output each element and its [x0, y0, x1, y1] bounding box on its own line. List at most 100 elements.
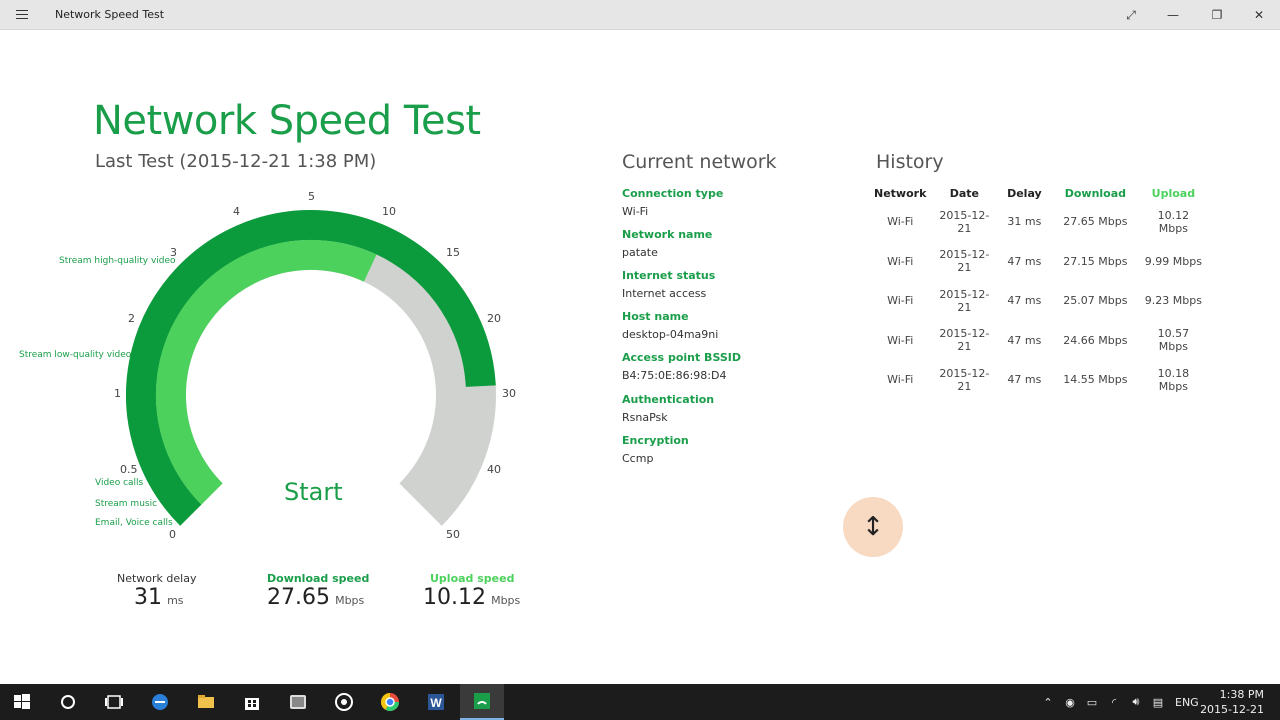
- battery-icon[interactable]: ▭: [1081, 696, 1103, 709]
- history-cell: 2015-12-21: [939, 366, 990, 393]
- network-delay-stat: Network delay 31 ms: [117, 572, 196, 610]
- gauge-tick: 15: [446, 246, 460, 259]
- history-cell: Wi-Fi: [887, 215, 914, 229]
- volume-icon[interactable]: 🔊︎: [1125, 695, 1147, 709]
- history-cell: 27.65 Mbps: [1063, 215, 1128, 229]
- internet-status-field: Internet status Internet access: [622, 269, 715, 300]
- network-delay-unit: ms: [167, 594, 184, 607]
- history-cell: 2015-12-21: [939, 327, 990, 354]
- history-cell: 25.07 Mbps: [1063, 294, 1128, 308]
- history-cell: 10.57 Mbps: [1157, 327, 1190, 354]
- history-cell: 2015-12-21: [939, 248, 990, 275]
- history-cell: 10.18 Mbps: [1157, 366, 1190, 393]
- history-cell: 47 ms: [1007, 294, 1042, 308]
- task-view-icon[interactable]: [92, 684, 136, 720]
- history-col-delay: Delay: [1007, 186, 1042, 200]
- history-cell: Wi-Fi: [887, 294, 914, 308]
- use-case-label: Email, Voice calls: [95, 518, 173, 528]
- history-cell: 24.66 Mbps: [1063, 333, 1128, 347]
- edge-browser-icon[interactable]: [138, 684, 182, 720]
- history-cell: 47 ms: [1007, 254, 1042, 268]
- photos-app-icon[interactable]: [276, 684, 320, 720]
- bssid-field: Access point BSSID B4:75:0E:86:98:D4: [622, 351, 741, 382]
- history-cell: 27.15 Mbps: [1063, 254, 1128, 268]
- network-name-key: Network name: [622, 228, 713, 241]
- history-row[interactable]: Wi-Fi 2015-12-21 47 ms 24.66 Mbps 10.57 …: [870, 321, 1206, 361]
- upload-speed-unit: Mbps: [491, 594, 521, 607]
- use-case-label: Stream music: [95, 499, 158, 509]
- clock-date: 2015-12-21: [1200, 703, 1264, 716]
- history-row[interactable]: Wi-Fi 2015-12-21 47 ms 25.07 Mbps 9.23 M…: [870, 281, 1206, 321]
- chrome-icon[interactable]: [368, 684, 412, 720]
- gauge-tick: 4: [233, 205, 240, 218]
- history-cell: 10.12 Mbps: [1157, 208, 1190, 235]
- windows-start-icon[interactable]: [0, 684, 44, 720]
- bssid-value: B4:75:0E:86:98:D4: [622, 369, 727, 382]
- gauge-tick: 0: [169, 528, 176, 541]
- close-button[interactable]: ✕: [1238, 0, 1280, 30]
- restore-button[interactable]: ❐: [1196, 0, 1238, 30]
- download-speed-unit: Mbps: [335, 594, 365, 607]
- groove-music-icon[interactable]: [322, 684, 366, 720]
- history-cell: 9.99 Mbps: [1144, 254, 1202, 268]
- gauge-tick: 1: [114, 387, 121, 400]
- encryption-key: Encryption: [622, 434, 689, 447]
- network-speed-test-app-icon[interactable]: [460, 684, 504, 720]
- wifi-icon[interactable]: ◜: [1103, 696, 1125, 709]
- start-button[interactable]: Start: [284, 478, 343, 506]
- history-cell: Wi-Fi: [887, 254, 914, 268]
- download-speed-value: 27.65: [267, 585, 330, 610]
- encryption-field: Encryption Ccmp: [622, 434, 689, 465]
- gauge-svg: [126, 210, 496, 526]
- gauge-tick: 2: [128, 312, 135, 325]
- svg-text:W: W: [430, 696, 442, 710]
- internet-status-value: Internet access: [622, 287, 707, 300]
- taskbar: W ⌃ ◉ ▭ ◜ 🔊︎ ▤ ENG 1:38 PM 2015-12-21: [0, 684, 1280, 720]
- history-cell: 31 ms: [1007, 215, 1042, 229]
- history-cell: 47 ms: [1007, 373, 1042, 387]
- history-cell: 2015-12-21: [939, 287, 990, 314]
- cortana-search-icon[interactable]: [46, 684, 90, 720]
- history-row[interactable]: Wi-Fi 2015-12-21 31 ms 27.65 Mbps 10.12 …: [870, 202, 1206, 242]
- word-icon[interactable]: W: [414, 684, 458, 720]
- minimize-button[interactable]: —: [1152, 0, 1194, 30]
- system-tray: ⌃ ◉ ▭ ◜ 🔊︎ ▤ ENG: [1037, 684, 1199, 720]
- host-name-value: desktop-04ma9ni: [622, 328, 719, 341]
- authentication-field: Authentication RsnaPsk: [622, 393, 714, 424]
- network-name-field: Network name patate: [622, 228, 712, 259]
- host-name-key: Host name: [622, 310, 689, 323]
- record-icon[interactable]: ◉: [1059, 696, 1081, 709]
- connection-type-value: Wi-Fi: [622, 205, 649, 218]
- history-cell: 2015-12-21: [939, 208, 990, 235]
- gauge-tick: 5: [308, 190, 315, 203]
- language-indicator[interactable]: ENG: [1175, 696, 1199, 709]
- upload-speed-value: 10.12: [423, 585, 486, 610]
- gauge-inner-arc: [155, 239, 377, 505]
- action-center-icon[interactable]: ▤: [1147, 696, 1169, 709]
- bssid-key: Access point BSSID: [622, 351, 742, 364]
- resize-handle-icon[interactable]: ↕: [843, 497, 903, 557]
- store-icon[interactable]: [230, 684, 274, 720]
- network-name-value: patate: [622, 246, 658, 259]
- history-cell: 47 ms: [1007, 333, 1042, 347]
- history-title: History: [876, 151, 944, 173]
- chevron-up-icon[interactable]: ⌃: [1037, 696, 1059, 709]
- internet-status-key: Internet status: [622, 269, 716, 282]
- download-speed-label: Download speed: [267, 572, 370, 585]
- history-cell: Wi-Fi: [887, 373, 914, 387]
- host-name-field: Host name desktop-04ma9ni: [622, 310, 718, 341]
- current-network-title: Current network: [622, 151, 777, 173]
- history-col-date: Date: [949, 186, 980, 200]
- history-col-download: Download: [1064, 186, 1127, 200]
- gauge-tick: 40: [487, 463, 501, 476]
- file-explorer-icon[interactable]: [184, 684, 228, 720]
- connection-type-field: Connection type Wi-Fi: [622, 187, 723, 218]
- authentication-key: Authentication: [622, 393, 715, 406]
- history-row[interactable]: Wi-Fi 2015-12-21 47 ms 14.55 Mbps 10.18 …: [870, 360, 1206, 400]
- history-row[interactable]: Wi-Fi 2015-12-21 47 ms 27.15 Mbps 9.99 M…: [870, 242, 1206, 282]
- clock[interactable]: 1:38 PM 2015-12-21: [1200, 687, 1264, 717]
- clock-time: 1:38 PM: [1219, 688, 1264, 701]
- authentication-value: RsnaPsk: [622, 411, 668, 424]
- use-case-label: Stream high-quality video: [59, 256, 176, 266]
- fullscreen-icon[interactable]: ⤢: [1110, 0, 1152, 30]
